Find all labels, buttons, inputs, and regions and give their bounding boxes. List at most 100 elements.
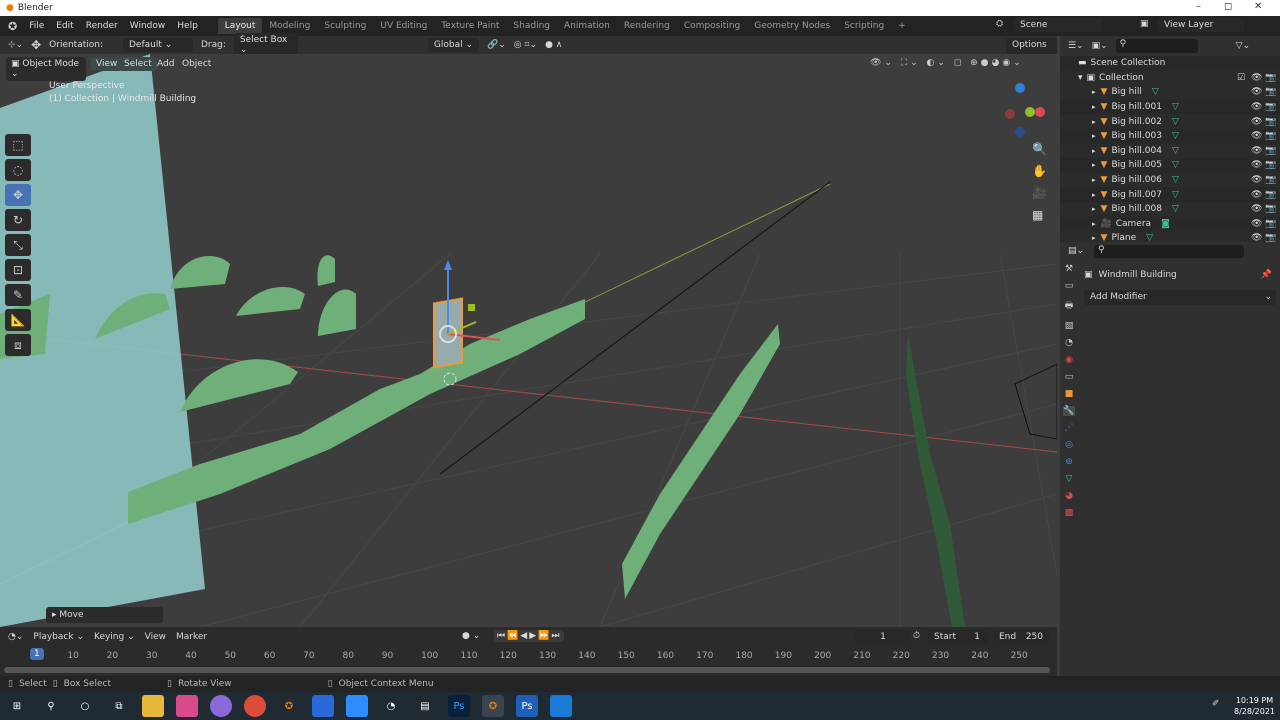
nav-gizmo-neg-z[interactable] <box>1015 127 1025 137</box>
editor-type-icon[interactable]: ▤⌄ <box>1068 246 1084 256</box>
pin-icon[interactable]: 📌 <box>1261 270 1272 280</box>
render-tab-icon[interactable]: ▭ <box>1065 281 1074 291</box>
chrome-icon[interactable] <box>244 695 266 717</box>
expand-arrow-icon[interactable]: ▸ <box>1092 118 1096 126</box>
visibility-eye-icon[interactable]: 👁 <box>1251 146 1262 156</box>
frame-ruler[interactable]: 10 20 30 40 50 60 70 80 90 100 110 120 130 140 150 160 1… <box>0 649 1057 663</box>
select-box-tool[interactable]: ⬚ <box>5 134 31 156</box>
search-icon[interactable]: ⚲ <box>40 695 62 717</box>
tab-layout[interactable]: Layout <box>217 18 263 34</box>
nav-gizmo-z[interactable] <box>1015 83 1025 93</box>
visibility-eye-icon[interactable]: 👁 <box>1251 73 1262 83</box>
texture-tab-icon[interactable]: ▩ <box>1065 508 1074 518</box>
transform-pivot-icon[interactable]: ⊹⌄ <box>8 40 23 50</box>
visibility-eye-icon[interactable]: 👁 <box>1251 102 1262 112</box>
render-camera-icon[interactable]: 📷 <box>1265 87 1276 97</box>
scene-selector[interactable]: Scene <box>1014 18 1102 32</box>
expand-arrow-icon[interactable]: ▸ <box>1092 147 1096 155</box>
keying-menu[interactable]: Keying ⌄ <box>94 632 135 642</box>
orientation-dropdown[interactable]: Default ⌄ <box>123 38 193 52</box>
menu-file[interactable]: File <box>23 21 50 31</box>
world-tab-icon[interactable]: ◉ <box>1065 355 1073 365</box>
modifier-tab-icon[interactable]: 🔧 <box>1063 406 1075 416</box>
cortana-icon[interactable]: ○ <box>74 695 96 717</box>
gizmo-plane-handle[interactable] <box>468 304 475 311</box>
close-button[interactable]: ✕ <box>1254 1 1262 12</box>
output-tab-icon[interactable]: 🖶 <box>1065 298 1074 314</box>
transform-orientation-dropdown[interactable]: Global ⌄ <box>427 38 480 52</box>
measure-tool[interactable]: 📐 <box>5 309 31 331</box>
mesh-data-icon[interactable]: ▽ <box>1172 102 1179 112</box>
outliner-item[interactable]: ▸ ▼ Big hill.006 ▽ 👁 📷 <box>1060 172 1280 188</box>
visibility-eye-icon[interactable]: 👁 <box>1251 204 1262 214</box>
visibility-eye-icon[interactable]: 👁 <box>1251 219 1262 229</box>
playback-controls[interactable]: ⏮⏪◀▶⏩⏭ <box>494 630 565 642</box>
outliner-item[interactable]: ▸ ▼ Big hill.003 ▽ 👁 📷 <box>1060 129 1280 144</box>
hill-object[interactable] <box>906 334 965 627</box>
expand-arrow-icon[interactable]: ▸ <box>1092 205 1096 213</box>
viewport-menu-view[interactable]: View <box>91 57 123 71</box>
end-frame-field[interactable]: End 250 <box>993 630 1049 644</box>
app-icon[interactable] <box>210 695 232 717</box>
scene-collection-row[interactable]: ▬ Scene Collection <box>1060 56 1280 71</box>
viewport-menu-add[interactable]: Add <box>152 57 179 71</box>
blender-menu-icon[interactable]: ✪ <box>0 20 23 33</box>
filter-icon[interactable]: ▽⌄ <box>1236 41 1250 51</box>
app-icon[interactable] <box>312 695 334 717</box>
photoshop-icon[interactable]: Ps <box>516 695 538 717</box>
add-workspace-button[interactable]: + <box>891 18 913 34</box>
mesh-data-icon[interactable]: ▽ <box>1152 87 1159 97</box>
render-camera-icon[interactable]: 📷 <box>1265 146 1276 156</box>
expand-arrow-icon[interactable]: ▸ <box>1092 161 1096 169</box>
zoom-icon[interactable]: 🔍 <box>1032 142 1047 156</box>
tab-geometry-nodes[interactable]: Geometry Nodes <box>747 18 837 34</box>
render-camera-icon[interactable]: 📷 <box>1265 175 1276 185</box>
expand-arrow-icon[interactable]: ▸ <box>1092 132 1096 140</box>
scene-tab-icon[interactable]: ◔ <box>1065 338 1073 348</box>
view-layer-tab-icon[interactable]: ▧ <box>1065 321 1074 331</box>
material-tab-icon[interactable]: ◕ <box>1065 491 1073 501</box>
app-icon[interactable]: ◔ <box>380 695 402 717</box>
render-camera-icon[interactable]: 📷 <box>1265 190 1276 200</box>
collection-row[interactable]: ▾ ▣ Collection ☑ 👁 📷 <box>1060 70 1280 86</box>
mesh-data-icon[interactable]: ▽ <box>1172 131 1179 141</box>
tab-rendering[interactable]: Rendering <box>617 18 677 34</box>
expand-arrow-icon[interactable]: ▸ <box>1092 103 1096 111</box>
mesh-data-icon[interactable]: ▽ <box>1172 117 1179 127</box>
windows-start-icon[interactable]: ⊞ <box>6 695 28 717</box>
playhead[interactable]: 1 <box>30 648 44 660</box>
zoom-app-icon[interactable] <box>346 695 368 717</box>
expand-arrow-icon[interactable]: ▾ <box>1078 73 1083 83</box>
outliner-item[interactable]: ▸ ▼ Big hill.007 ▽ 👁 📷 <box>1060 187 1280 202</box>
visibility-eye-icon[interactable]: 👁 <box>1251 160 1262 170</box>
mode-dropdown[interactable]: ▣ Object Mode ⌄ <box>6 57 86 81</box>
camera-view-icon[interactable]: 🎥 <box>1032 186 1047 200</box>
physics-tab-icon[interactable]: ◎ <box>1065 440 1073 450</box>
current-frame-field[interactable]: 1 <box>855 630 911 644</box>
mesh-data-icon[interactable]: ▽ <box>1172 160 1179 170</box>
constraints-tab-icon[interactable]: ⊚ <box>1065 457 1073 467</box>
tab-texture-paint[interactable]: Texture Paint <box>434 18 506 34</box>
app-icon[interactable] <box>550 695 572 717</box>
outliner-item[interactable]: ▸ ▼ Big hill.002 ▽ 👁 📷 <box>1060 114 1280 129</box>
hill-object[interactable] <box>318 289 356 336</box>
start-frame-field[interactable]: Start 1 <box>928 630 988 644</box>
visibility-eye-icon[interactable]: 👁 <box>1251 175 1262 185</box>
object-tab-icon[interactable]: ■ <box>1065 389 1074 399</box>
snap-icon[interactable]: 🔗⌄ <box>487 40 506 50</box>
stopwatch-icon[interactable]: ⏱ <box>913 631 920 641</box>
render-camera-icon[interactable]: 📷 <box>1265 204 1276 214</box>
collection-tab-icon[interactable]: ▭ <box>1065 372 1074 382</box>
expand-arrow-icon[interactable]: ▸ <box>1092 88 1096 96</box>
menu-window[interactable]: Window <box>124 21 172 31</box>
display-mode-icon[interactable]: ▣⌄ <box>1092 41 1108 51</box>
proportional-falloff-icon[interactable]: ● ∧ <box>545 40 562 50</box>
tab-uv-editing[interactable]: UV Editing <box>373 18 434 34</box>
add-cube-tool[interactable]: ⧈ <box>5 334 31 356</box>
playback-menu[interactable]: Playback ⌄ <box>33 632 84 642</box>
properties-search-input[interactable]: ⚲ <box>1094 244 1245 258</box>
tool-tab-icon[interactable]: ⚒ <box>1065 264 1073 274</box>
camera-data-icon[interactable]: ◙ <box>1161 219 1170 229</box>
nav-gizmo-y[interactable] <box>1025 107 1035 117</box>
last-operator-panel[interactable]: ▸ Move <box>46 607 163 623</box>
